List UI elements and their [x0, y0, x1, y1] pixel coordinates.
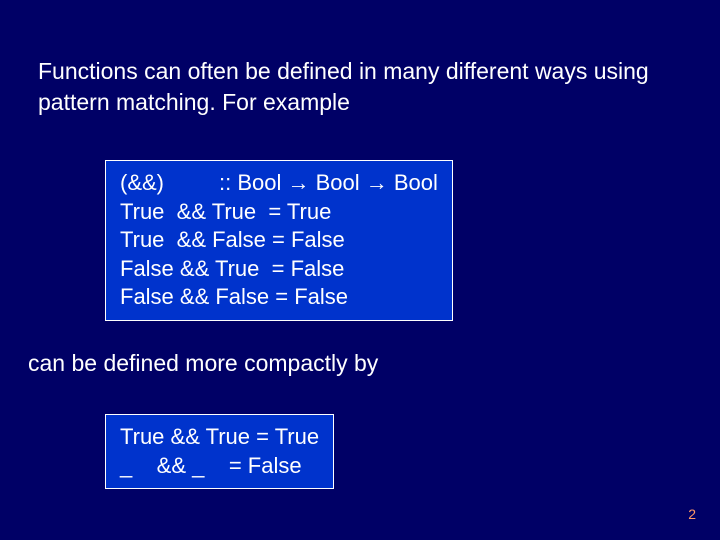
code-line: (&&) :: Bool → Bool → Bool	[120, 169, 438, 198]
code-block-full-definition: (&&) :: Bool → Bool → Bool True && True …	[105, 160, 453, 321]
code-line: True && False = False	[120, 226, 438, 255]
code-line: False && True = False	[120, 255, 438, 284]
code-line: True && True = True	[120, 198, 438, 227]
code-block-compact-definition: True && True = True _ && _ = False	[105, 414, 334, 489]
code-line: _ && _ = False	[120, 452, 319, 481]
code-line: True && True = True	[120, 423, 319, 452]
page-number: 2	[688, 506, 696, 522]
mid-paragraph: can be defined more compactly by	[28, 350, 682, 377]
intro-paragraph: Functions can often be defined in many d…	[38, 56, 682, 118]
code-line: False && False = False	[120, 283, 438, 312]
